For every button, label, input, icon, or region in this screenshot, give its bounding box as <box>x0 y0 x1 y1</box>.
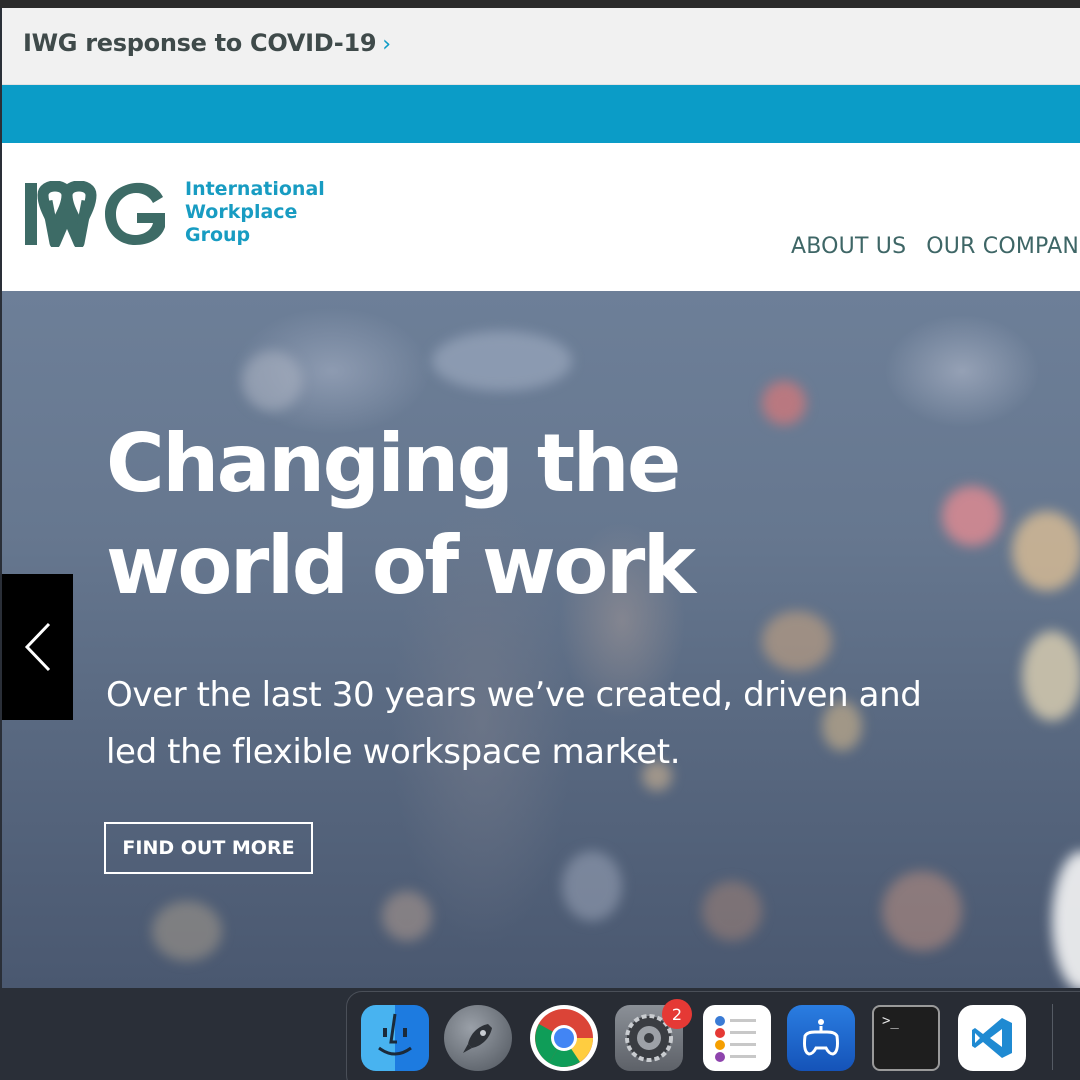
bokeh-light <box>1012 511 1080 591</box>
logo-line-workplace: Workplace <box>185 201 298 223</box>
bokeh-light <box>762 381 806 425</box>
bokeh-light <box>702 881 762 941</box>
bokeh-light <box>432 331 572 391</box>
chrome-icon[interactable] <box>530 1005 598 1071</box>
reminders-list-glyph <box>715 1016 756 1062</box>
hero-banner: Changing the world of work Over the last… <box>2 291 1080 988</box>
chevron-right-icon: › <box>382 32 391 57</box>
iwg-logo[interactable]: International Workplace Group <box>23 178 325 247</box>
dock-divider <box>1052 1004 1053 1070</box>
logo-line-international: International <box>185 178 325 200</box>
terminal-prompt: >_ <box>882 1013 899 1029</box>
bokeh-light <box>882 871 962 951</box>
hero-subtitle-line-1: Over the last 30 years we’ve created, dr… <box>106 675 922 715</box>
rocket-glyph <box>463 1024 492 1053</box>
vscode-logo-glyph <box>972 1018 1012 1058</box>
logo-wordmark: International Workplace Group <box>185 178 325 247</box>
notification-badge: 2 <box>662 999 692 1029</box>
hero-subtitle: Over the last 30 years we’ve created, dr… <box>106 667 1046 781</box>
nav-item-about-us[interactable]: ABOUT US <box>791 234 906 259</box>
hero-subtitle-line-2: led the flexible workspace market. <box>106 732 681 772</box>
hero-title: Changing the world of work <box>106 413 696 617</box>
nav-item-our-companies[interactable]: OUR COMPANIE <box>926 234 1080 259</box>
find-out-more-button[interactable]: FIND OUT MORE <box>104 822 313 874</box>
covid-link-text: IWG response to COVID-19 <box>23 29 377 57</box>
bokeh-light <box>382 891 432 941</box>
launchpad-icon[interactable] <box>444 1005 512 1071</box>
gamepad-glyph <box>803 1019 839 1056</box>
terminal-icon[interactable]: >_ <box>872 1005 940 1071</box>
brand-color-band <box>2 85 1080 143</box>
vscode-icon[interactable] <box>958 1005 1026 1071</box>
covid-response-link[interactable]: IWG response to COVID-19 › <box>23 29 391 57</box>
controller-app-icon[interactable] <box>787 1005 855 1071</box>
reminders-icon[interactable] <box>703 1005 771 1071</box>
chevron-left-icon <box>24 622 50 672</box>
covid-banner: IWG response to COVID-19 › <box>2 8 1080 85</box>
main-nav: ABOUT US OUR COMPANIE <box>791 234 1080 259</box>
site-header: International Workplace Group ABOUT US O… <box>2 143 1080 291</box>
window-top-edge <box>0 0 1080 8</box>
bokeh-light <box>942 486 1002 546</box>
bokeh-light <box>562 851 622 921</box>
finder-icon[interactable] <box>361 1005 429 1071</box>
bokeh-light <box>242 351 302 411</box>
bokeh-light <box>152 901 222 961</box>
chrome-logo-glyph <box>535 1009 593 1067</box>
logo-line-group: Group <box>185 224 251 246</box>
iwg-logo-mark <box>25 181 165 247</box>
screen: IWG response to COVID-19 › International … <box>0 0 1080 1080</box>
hero-title-line-2: world of work <box>106 519 696 612</box>
bokeh-light <box>762 611 832 671</box>
carousel-prev-button[interactable] <box>2 574 73 720</box>
hero-title-line-1: Changing the <box>106 417 681 510</box>
browser-page: IWG response to COVID-19 › International … <box>2 8 1080 988</box>
bokeh-light <box>1052 851 1080 988</box>
finder-face-glyph <box>378 1013 412 1056</box>
